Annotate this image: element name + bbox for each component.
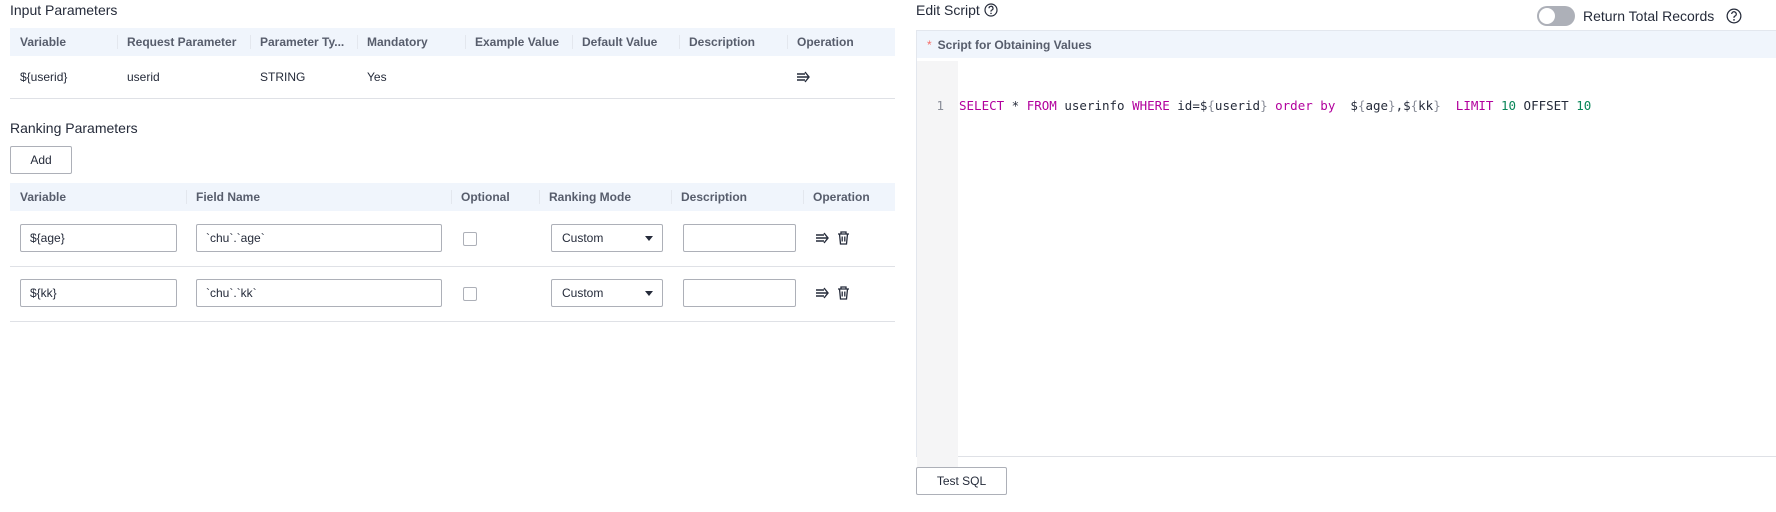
row-divider bbox=[10, 321, 895, 322]
script-label: Script for Obtaining Values bbox=[937, 37, 1092, 52]
code-line: SELECT * FROM userinfo WHERE id=${userid… bbox=[959, 98, 1591, 113]
input-parameters-header: Variable Request Parameter Parameter Ty.… bbox=[10, 28, 895, 56]
column-header-operation: Operation bbox=[803, 183, 895, 211]
ranking-parameters-header: Variable Field Name Optional Ranking Mod… bbox=[10, 183, 895, 211]
move-icon[interactable] bbox=[796, 69, 812, 85]
script-header: * Script for Obtaining Values bbox=[917, 31, 1776, 58]
line-number: 1 bbox=[936, 98, 944, 113]
code-token: 10 bbox=[1493, 98, 1517, 113]
move-icon[interactable] bbox=[815, 230, 831, 246]
column-header-description: Description bbox=[679, 28, 787, 56]
line-gutter: 1 bbox=[917, 61, 958, 467]
ranking-mode-value: Custom bbox=[562, 231, 604, 245]
cell-parameter-type: STRING bbox=[260, 70, 306, 84]
column-header-description: Description bbox=[671, 183, 803, 211]
optional-checkbox[interactable] bbox=[463, 287, 477, 301]
ranking-parameters-title: Ranking Parameters bbox=[10, 120, 138, 136]
cell-mandatory: Yes bbox=[367, 70, 387, 84]
test-sql-button[interactable]: Test SQL bbox=[916, 467, 1007, 495]
code-token: FROM bbox=[1026, 98, 1057, 113]
code-token: WHERE bbox=[1132, 98, 1170, 113]
code-token: } bbox=[1433, 98, 1441, 113]
optional-checkbox[interactable] bbox=[463, 232, 477, 246]
delete-icon[interactable] bbox=[835, 285, 851, 301]
edit-script-label: Edit Script bbox=[916, 2, 980, 18]
column-header-request-parameter: Request Parameter bbox=[117, 28, 250, 56]
code-token: 10 bbox=[1568, 98, 1592, 113]
chevron-down-icon bbox=[645, 236, 653, 241]
column-header-mandatory: Mandatory bbox=[357, 28, 465, 56]
code-token: userinfo bbox=[1056, 98, 1133, 113]
required-mark: * bbox=[927, 37, 932, 52]
row-divider bbox=[10, 98, 895, 99]
return-total-label: Return Total Records bbox=[1583, 8, 1715, 24]
ranking-mode-select[interactable]: Custom bbox=[551, 224, 663, 252]
code-token: ,$ bbox=[1395, 98, 1411, 113]
field-name-input[interactable] bbox=[196, 224, 442, 252]
field-name-input[interactable] bbox=[196, 279, 442, 307]
column-header-default-value: Default Value bbox=[572, 28, 679, 56]
cell-request-parameter: userid bbox=[127, 70, 160, 84]
script-editor-panel: * Script for Obtaining Values 1 SELECT *… bbox=[916, 30, 1776, 467]
description-input[interactable] bbox=[683, 279, 796, 307]
code-token: $ bbox=[1335, 98, 1358, 113]
column-header-variable: Variable bbox=[20, 35, 67, 49]
help-icon[interactable] bbox=[1726, 8, 1742, 27]
code-token: age bbox=[1365, 98, 1389, 113]
code-token: } bbox=[1388, 98, 1396, 113]
column-header-variable: Variable bbox=[20, 190, 67, 204]
variable-input[interactable] bbox=[20, 279, 177, 307]
code-token: SELECT bbox=[959, 98, 1005, 113]
chevron-down-icon bbox=[645, 291, 653, 296]
delete-icon[interactable] bbox=[835, 230, 851, 246]
cell-variable: ${userid} bbox=[20, 70, 68, 84]
table-row: Custom bbox=[10, 211, 895, 266]
code-token: * bbox=[1004, 98, 1027, 113]
column-header-optional: Optional bbox=[451, 183, 539, 211]
column-header-ranking-mode: Ranking Mode bbox=[539, 183, 671, 211]
variable-input[interactable] bbox=[20, 224, 177, 252]
return-total-toggle[interactable] bbox=[1537, 6, 1575, 26]
code-token: order by bbox=[1267, 98, 1336, 113]
code-token: userid bbox=[1214, 98, 1261, 113]
help-icon[interactable] bbox=[984, 3, 998, 17]
code-editor[interactable]: SELECT * FROM userinfo WHERE id=${userid… bbox=[959, 67, 1759, 427]
add-button[interactable]: Add bbox=[10, 146, 72, 174]
move-icon[interactable] bbox=[815, 285, 831, 301]
edit-script-title: Edit Script bbox=[916, 2, 998, 18]
column-header-parameter-type: Parameter Ty... bbox=[250, 28, 357, 56]
code-token: OFFSET bbox=[1516, 98, 1569, 113]
code-token: { bbox=[1207, 98, 1215, 113]
input-parameters-title: Input Parameters bbox=[10, 2, 118, 18]
code-token: id=$ bbox=[1169, 98, 1208, 113]
table-row: ${userid} userid STRING Yes bbox=[10, 56, 895, 98]
column-header-operation: Operation bbox=[787, 28, 895, 56]
code-token: kk bbox=[1418, 98, 1434, 113]
column-header-example-value: Example Value bbox=[465, 28, 572, 56]
column-header-field-name: Field Name bbox=[186, 183, 451, 211]
table-row: Custom bbox=[10, 266, 895, 321]
toggle-knob bbox=[1539, 8, 1555, 24]
ranking-mode-value: Custom bbox=[562, 286, 604, 300]
code-token: LIMIT bbox=[1440, 98, 1494, 113]
description-input[interactable] bbox=[683, 224, 796, 252]
ranking-mode-select[interactable]: Custom bbox=[551, 279, 663, 307]
code-token: } bbox=[1260, 98, 1268, 113]
